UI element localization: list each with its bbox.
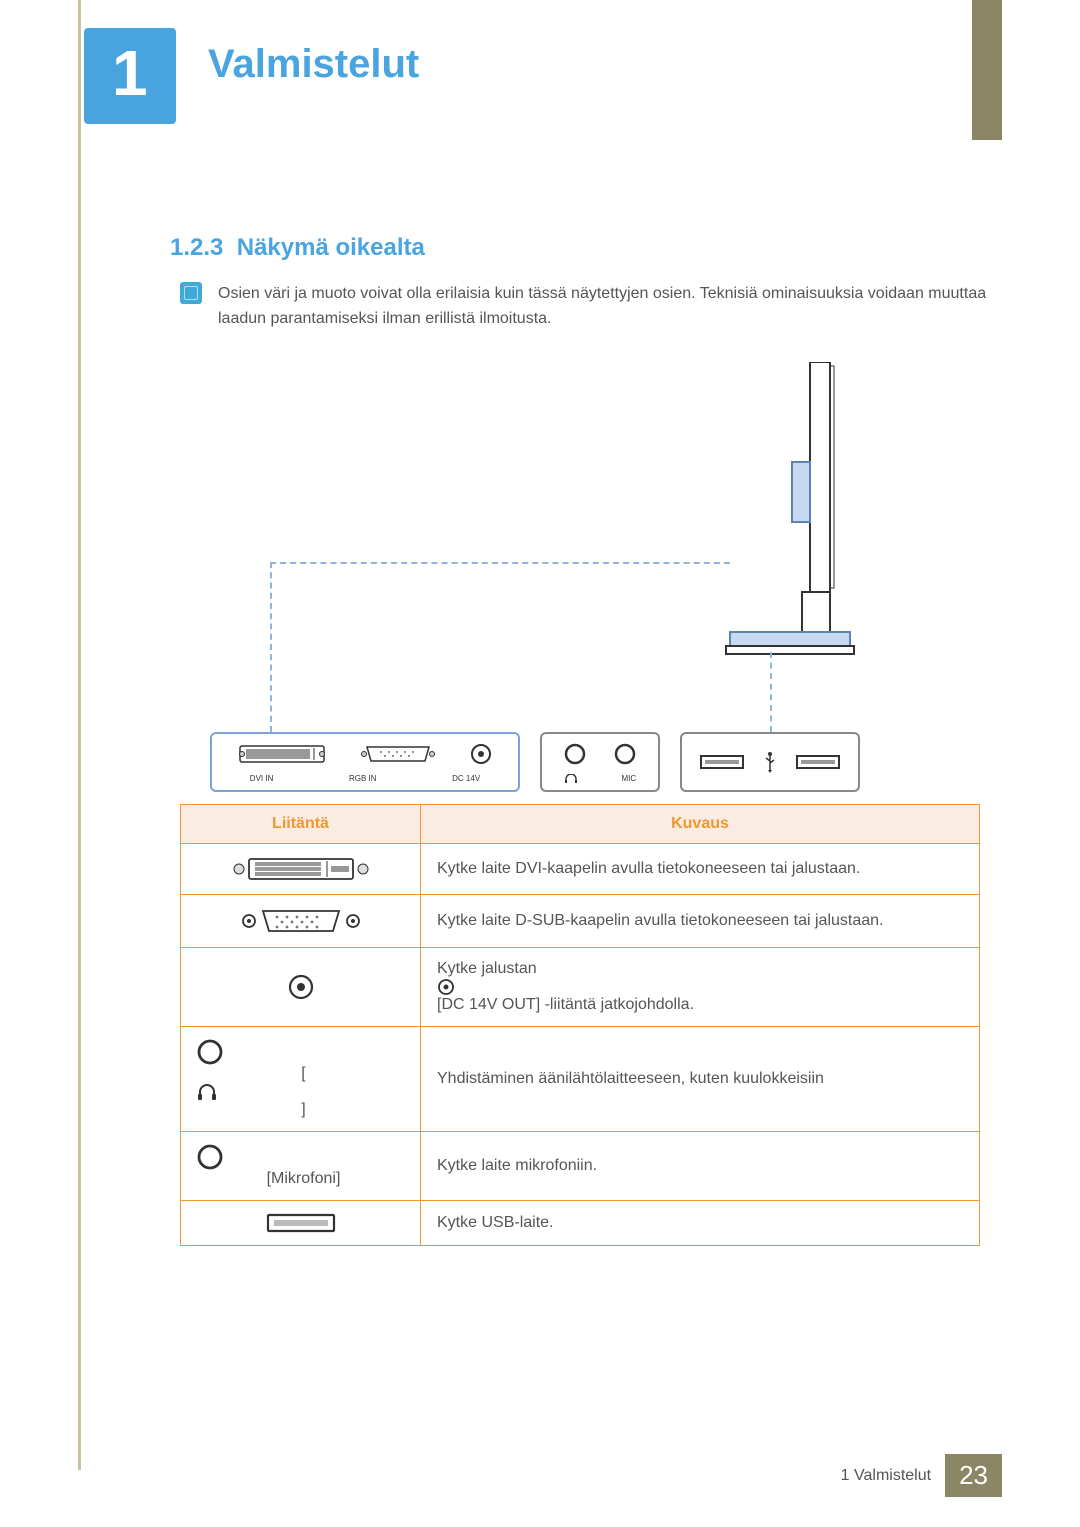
cell-desc: Yhdistäminen äänilähtölaitteeseen, kuten…	[421, 1026, 980, 1131]
ports-panel-main: DVI IN RGB IN DC 14V	[210, 732, 520, 792]
dc-inline-icon	[437, 978, 455, 996]
cell-desc: Kytke laite mikrofoniin.	[421, 1131, 980, 1200]
mic-bracket-label: [Mikrofoni]	[267, 1170, 341, 1187]
note-text: Osien väri ja muoto voivat olla erilaisi…	[218, 282, 990, 332]
usb-port-icon	[700, 755, 744, 769]
usb-port-icon	[796, 755, 840, 769]
mic-jack-icon	[197, 1144, 223, 1170]
page-footer: 1 Valmistelut 23	[841, 1454, 1002, 1497]
vga-port-icon	[361, 744, 435, 764]
right-stripe	[972, 0, 1002, 140]
cell-icon-usb	[181, 1200, 421, 1245]
cell-desc: Kytke jalustan [DC 14V OUT] -liitäntä ja…	[421, 947, 980, 1026]
bracket-close: ]	[301, 1101, 305, 1118]
section-title: Näkymä oikealta	[237, 234, 425, 261]
table-row: Kytke laite DVI-kaapelin avulla tietokon…	[181, 843, 980, 894]
section-heading: 1.2.3 Näkymä oikealta	[170, 234, 990, 262]
th-port: Liitäntä	[181, 804, 421, 843]
diagram: DVI IN RGB IN DC 14V MIC	[210, 362, 930, 792]
dc-icon	[288, 974, 314, 1000]
port-label: RGB IN	[349, 774, 377, 783]
table-row: Kytke USB-laite.	[181, 1200, 980, 1245]
table-header-row: Liitäntä Kuvaus	[181, 804, 980, 843]
ports-panel-usb	[680, 732, 860, 792]
th-desc: Kuvaus	[421, 804, 980, 843]
cell-icon-dvi	[181, 843, 421, 894]
port-label: DVI IN	[250, 774, 274, 783]
cell-icon-headphone: []	[181, 1026, 421, 1131]
page-number: 23	[945, 1454, 1002, 1497]
cell-desc: Kytke USB-laite.	[421, 1200, 980, 1245]
headphone-icon	[197, 1083, 217, 1101]
headphone-jack-icon	[564, 743, 586, 765]
mic-jack-icon	[614, 743, 636, 765]
cell-icon-dc	[181, 947, 421, 1026]
chapter-title: Valmistelut	[208, 42, 419, 87]
cell-desc: Kytke laite D-SUB-kaapelin avulla tietok…	[421, 894, 980, 947]
monitor-side-illustration	[720, 362, 860, 672]
table-row: [] Yhdistäminen äänilähtölaitteeseen, ku…	[181, 1026, 980, 1131]
table-row: [Mikrofoni] Kytke laite mikrofoniin.	[181, 1131, 980, 1200]
section-number: 1.2.3	[170, 234, 223, 261]
usb-trident-icon	[763, 751, 777, 773]
vga-icon	[241, 907, 361, 935]
dvi-icon	[231, 856, 371, 882]
cell-icon-mic: [Mikrofoni]	[181, 1131, 421, 1200]
footer-text: 1 Valmistelut	[841, 1467, 931, 1485]
table-row: Kytke jalustan [DC 14V OUT] -liitäntä ja…	[181, 947, 980, 1026]
bracket-open: [	[301, 1065, 305, 1082]
left-stripe	[78, 0, 81, 1470]
usb-icon	[266, 1213, 336, 1233]
note-icon	[180, 282, 202, 304]
cell-icon-vga	[181, 894, 421, 947]
audio-out-icon	[197, 1039, 223, 1065]
port-label: DC 14V	[452, 774, 480, 783]
dc-port-icon	[470, 743, 492, 765]
ports-panel-audio: MIC	[540, 732, 660, 792]
headphone-glyph-icon	[564, 774, 578, 784]
dvi-port-icon	[238, 744, 326, 764]
cell-desc: Kytke laite DVI-kaapelin avulla tietokon…	[421, 843, 980, 894]
table-row: Kytke laite D-SUB-kaapelin avulla tietok…	[181, 894, 980, 947]
port-label: MIC	[621, 774, 636, 784]
chapter-badge: 1	[84, 28, 176, 124]
ports-table: Liitäntä Kuvaus Kytke laite DVI-kaapelin…	[180, 804, 980, 1246]
